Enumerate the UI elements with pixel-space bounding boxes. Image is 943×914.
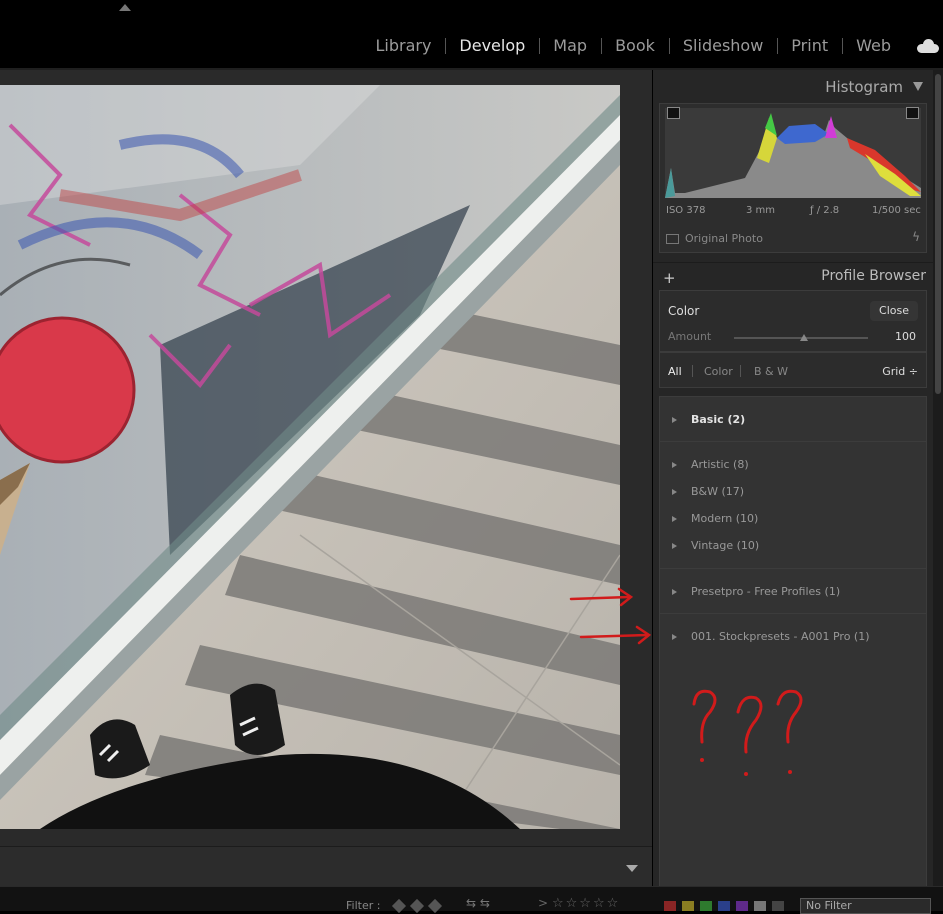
- group-label: Artistic (8): [691, 458, 749, 471]
- collapse-icon[interactable]: [913, 82, 923, 91]
- filter-all[interactable]: All: [668, 365, 682, 378]
- module-library[interactable]: Library: [361, 35, 445, 57]
- histogram-header[interactable]: Histogram: [653, 70, 933, 102]
- profile-settings: Color Close Amount 100: [659, 290, 927, 352]
- filter-divider: [692, 365, 693, 377]
- histogram-title: Histogram: [825, 78, 903, 96]
- module-map[interactable]: Map: [539, 35, 601, 57]
- expand-arrow-icon: [672, 488, 677, 495]
- rating-filter[interactable]: ☆☆☆☆☆: [552, 896, 620, 911]
- add-profile-icon[interactable]: +: [663, 269, 676, 287]
- profile-group: Basic (2): [659, 396, 927, 442]
- amount-value: 100: [895, 330, 916, 343]
- original-photo-toggle[interactable]: Original Photo: [666, 232, 763, 245]
- highlight-clipping-icon[interactable]: [906, 107, 919, 119]
- profile-browser-title: Profile Browser: [821, 268, 926, 284]
- module-bar: Library Develop Map Book Slideshow Print…: [0, 0, 943, 68]
- exif-aperture: ƒ / 2.8: [810, 205, 840, 216]
- module-book[interactable]: Book: [601, 35, 669, 57]
- close-button[interactable]: Close: [870, 301, 918, 321]
- stack-filter-icon[interactable]: ⇆ ⇆: [466, 896, 490, 910]
- profile-group-item[interactable]: Artistic (8): [672, 458, 749, 471]
- photo-image: [0, 85, 620, 829]
- filter-color[interactable]: Color: [704, 365, 733, 378]
- question-marks-annotation: [692, 689, 803, 776]
- filter-divider: [740, 365, 741, 377]
- original-photo-label: Original Photo: [685, 232, 763, 245]
- flag-filter-icon[interactable]: [409, 898, 425, 914]
- profile-group-item[interactable]: Modern (10): [672, 512, 758, 525]
- exif-iso: ISO 378: [666, 205, 706, 216]
- profile-browser-header: + Profile Browser: [653, 262, 933, 293]
- profile-group-item[interactable]: Vintage (10): [672, 539, 759, 552]
- module-slideshow[interactable]: Slideshow: [668, 35, 777, 57]
- profile-group-item[interactable]: 001. Stockpresets - A001 Pro (1): [672, 630, 870, 643]
- expand-arrow-icon: [672, 461, 677, 468]
- arrow-annotation: [569, 587, 652, 645]
- expand-arrow-icon: [672, 633, 677, 640]
- amount-label: Amount: [668, 330, 712, 343]
- lightning-icon[interactable]: ϟ: [912, 230, 920, 244]
- histogram-curve: [665, 113, 921, 198]
- panel-toggle-up-icon[interactable]: [119, 4, 131, 11]
- scrollbar-thumb[interactable]: [935, 74, 941, 394]
- profile-name: Color: [668, 304, 700, 318]
- checkbox-icon[interactable]: [666, 233, 679, 244]
- exif-shutter: 1/500 sec: [872, 205, 921, 216]
- rating-comparator[interactable]: >: [538, 896, 548, 910]
- filter-bw[interactable]: B & W: [754, 365, 788, 378]
- module-web[interactable]: Web: [842, 35, 905, 57]
- module-develop[interactable]: Develop: [445, 35, 539, 57]
- group-label: 001. Stockpresets - A001 Pro (1): [691, 630, 870, 643]
- module-print[interactable]: Print: [777, 35, 842, 57]
- right-panel: Histogram ISO 378 3 mm ƒ / 2.8 1/500 sec…: [653, 70, 933, 887]
- filmstrip-filter-bar: Filter : ⇆ ⇆ > ☆☆☆☆☆ No Filter: [0, 886, 943, 914]
- expand-arrow-icon: [672, 515, 677, 522]
- profile-group: Artistic (8) B&W (17) Modern (10) Vintag…: [659, 441, 927, 569]
- toolbar: [0, 846, 652, 887]
- view-select[interactable]: Grid ÷: [882, 365, 918, 378]
- profile-group-item[interactable]: Basic (2): [672, 413, 745, 426]
- expand-arrow-icon: [672, 416, 677, 423]
- filter-preset-select[interactable]: No Filter: [800, 898, 931, 914]
- exif-focal: 3 mm: [746, 205, 776, 216]
- profile-group: 001. Stockpresets - A001 Pro (1): [659, 613, 927, 887]
- profile-group-item[interactable]: Presetpro - Free Profiles (1): [672, 585, 840, 598]
- group-label: Basic (2): [691, 413, 746, 426]
- photo: [0, 85, 620, 829]
- group-label: Modern (10): [691, 512, 759, 525]
- filter-label: Filter :: [346, 899, 381, 912]
- right-panel-scrollbar[interactable]: [933, 70, 943, 886]
- cloud-sync-icon[interactable]: [917, 39, 939, 53]
- profile-filters: All Color B & W Grid ÷: [659, 352, 927, 388]
- group-label: Presetpro - Free Profiles (1): [691, 585, 841, 598]
- expand-arrow-icon: [672, 588, 677, 595]
- flag-filter-icon[interactable]: [427, 898, 443, 914]
- flag-filter-icon[interactable]: [391, 898, 407, 914]
- profile-group-item[interactable]: B&W (17): [672, 485, 744, 498]
- module-picker: Library Develop Map Book Slideshow Print…: [361, 35, 943, 57]
- group-label: B&W (17): [691, 485, 745, 498]
- amount-slider-knob[interactable]: [800, 334, 808, 341]
- profile-group: Presetpro - Free Profiles (1): [659, 568, 927, 614]
- expand-arrow-icon: [672, 542, 677, 549]
- histogram-graph: [665, 108, 921, 198]
- toolbar-menu-icon[interactable]: [626, 865, 638, 872]
- group-label: Vintage (10): [691, 539, 760, 552]
- histogram: ISO 378 3 mm ƒ / 2.8 1/500 sec Original …: [659, 103, 927, 253]
- shadow-clipping-icon[interactable]: [667, 107, 680, 119]
